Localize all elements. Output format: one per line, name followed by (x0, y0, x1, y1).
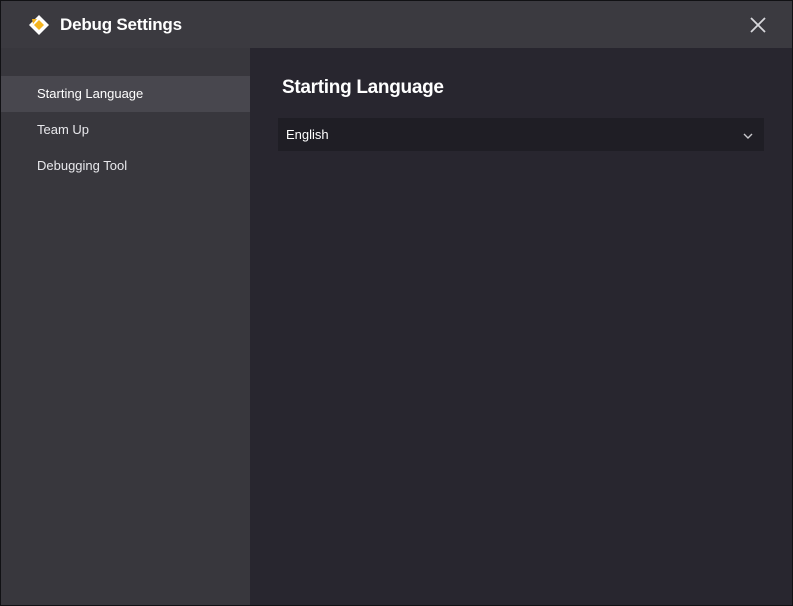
close-button[interactable] (746, 13, 770, 37)
section-title: Starting Language (282, 77, 444, 98)
settings-content: Starting Language English (250, 48, 792, 605)
language-select-value: English (286, 127, 329, 142)
language-select[interactable]: English (278, 118, 764, 151)
close-icon (750, 17, 766, 33)
game-logo-icon (28, 14, 50, 36)
debug-settings-window: Debug Settings Starting Language Team Up… (0, 0, 793, 606)
chevron-down-icon (742, 129, 754, 141)
sidebar-item-starting-language[interactable]: Starting Language (1, 76, 250, 112)
sidebar-item-team-up[interactable]: Team Up (1, 112, 250, 148)
sidebar-item-debugging-tool[interactable]: Debugging Tool (1, 148, 250, 184)
settings-sidebar: Starting Language Team Up Debugging Tool (1, 48, 250, 605)
title-bar: Debug Settings (1, 1, 792, 48)
window-title: Debug Settings (60, 15, 182, 34)
